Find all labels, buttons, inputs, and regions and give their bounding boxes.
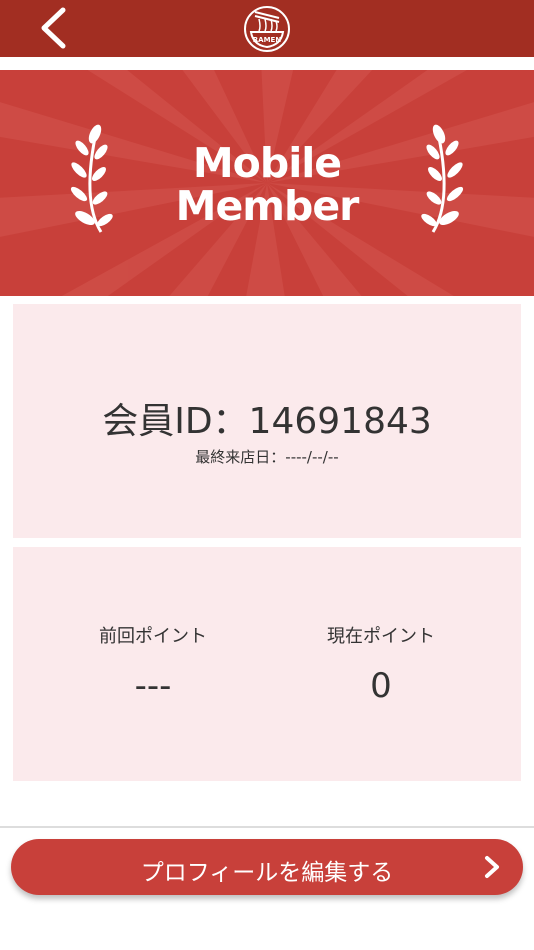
mobile-member-banner: Mobile Member <box>0 70 534 296</box>
previous-points-value: --- <box>134 666 172 706</box>
banner-title-line1: Mobile <box>192 139 342 187</box>
top-bar: RAMEN <box>0 0 534 57</box>
member-id: 会員ID：14691843 <box>102 401 432 442</box>
member-id-card: 会員ID：14691843 最終来店日：----/--/-- <box>13 304 521 538</box>
chevron-left-icon <box>41 7 66 49</box>
current-points-label: 現在ポイント <box>327 626 435 647</box>
current-points: 現在ポイント 0 <box>254 622 508 706</box>
back-button[interactable] <box>30 4 78 52</box>
chevron-right-icon <box>485 856 499 878</box>
points-card: 前回ポイント --- 現在ポイント 0 <box>13 547 521 781</box>
previous-points-label: 前回ポイント <box>99 626 207 647</box>
current-points-value: 0 <box>370 666 392 706</box>
footer-divider <box>0 826 534 828</box>
last-visit-date: 最終来店日：----/--/-- <box>195 448 339 466</box>
banner-title: Mobile Member <box>0 142 534 228</box>
previous-points: 前回ポイント --- <box>26 622 280 706</box>
banner-title-line2: Member <box>175 182 360 230</box>
ramen-bowl-logo: RAMEN <box>243 5 291 53</box>
logo-text: RAMEN <box>253 36 282 44</box>
edit-profile-button[interactable]: プロフィールを編集する <box>11 839 523 895</box>
edit-profile-label: プロフィールを編集する <box>140 860 394 886</box>
